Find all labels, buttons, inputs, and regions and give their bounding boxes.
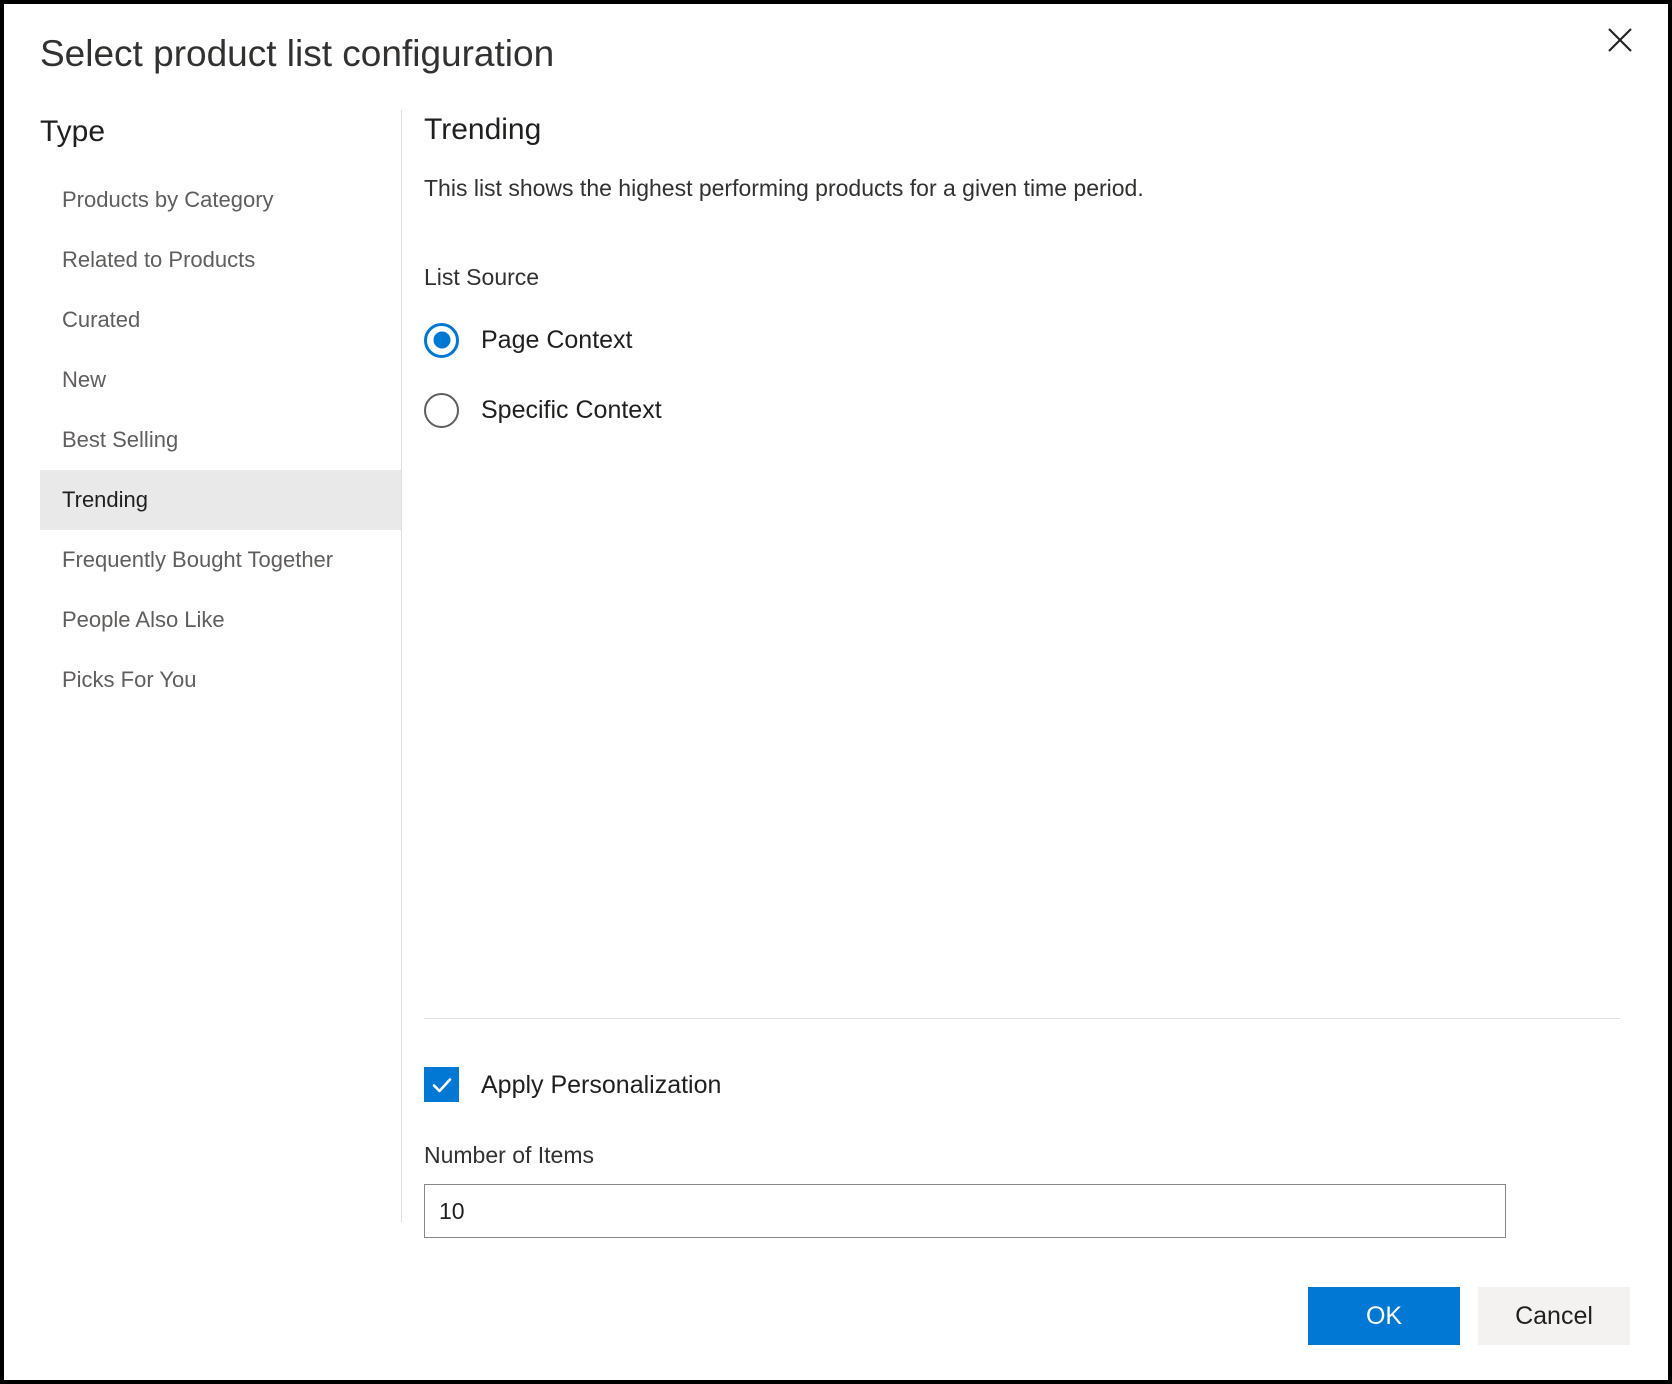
sidebar-item-products-by-category[interactable]: Products by Category	[40, 170, 401, 230]
number-of-items-label: Number of Items	[424, 1140, 1668, 1170]
radio-label: Page Context	[481, 323, 633, 357]
type-sidebar: Type Products by Category Related to Pro…	[40, 104, 401, 1252]
sidebar-item-trending[interactable]: Trending	[40, 470, 401, 530]
radio-unselected-icon	[424, 393, 459, 428]
apply-personalization-checkbox[interactable]: Apply Personalization	[424, 1067, 1668, 1102]
page-title: Select product list configuration	[40, 30, 1632, 78]
sidebar-item-label: Curated	[62, 307, 140, 333]
list-source-radio-group: Page Context Specific Context	[424, 314, 1668, 436]
detail-scroll-area: Trending This list shows the highest per…	[424, 104, 1668, 1018]
personalization-section: Apply Personalization Number of Items	[424, 1019, 1668, 1252]
radio-selected-icon	[424, 323, 459, 358]
detail-title: Trending	[424, 110, 1668, 150]
sidebar-item-picks-for-you[interactable]: Picks For You	[40, 650, 401, 710]
radio-specific-context[interactable]: Specific Context	[424, 384, 1668, 436]
checkmark-icon	[424, 1067, 459, 1102]
detail-description: This list shows the highest performing p…	[424, 172, 1668, 204]
sidebar-item-label: Best Selling	[62, 427, 178, 453]
sidebar-item-new[interactable]: New	[40, 350, 401, 410]
apply-personalization-label: Apply Personalization	[481, 1068, 721, 1102]
screen: Select product list configuration Type P…	[0, 0, 1672, 1384]
sidebar-item-label: Trending	[62, 487, 148, 513]
product-list-configuration-dialog: Select product list configuration Type P…	[0, 0, 1672, 1384]
sidebar-item-label: Picks For You	[62, 667, 197, 693]
dialog-header: Select product list configuration	[4, 4, 1668, 104]
list-source-label: List Source	[424, 262, 1668, 292]
radio-label: Specific Context	[481, 393, 662, 427]
detail-panel: Trending This list shows the highest per…	[402, 104, 1668, 1252]
sidebar-item-label: New	[62, 367, 106, 393]
sidebar-item-label: People Also Like	[62, 607, 225, 633]
sidebar-item-label: Products by Category	[62, 187, 274, 213]
dialog-body: Type Products by Category Related to Pro…	[4, 104, 1668, 1252]
radio-page-context[interactable]: Page Context	[424, 314, 1668, 366]
cancel-button[interactable]: Cancel	[1478, 1287, 1630, 1345]
number-of-items-input[interactable]	[424, 1184, 1506, 1238]
sidebar-item-frequently-bought-together[interactable]: Frequently Bought Together	[40, 530, 401, 590]
ok-button[interactable]: OK	[1308, 1287, 1460, 1345]
close-icon	[1605, 25, 1635, 55]
sidebar-item-label: Frequently Bought Together	[62, 547, 333, 573]
sidebar-item-curated[interactable]: Curated	[40, 290, 401, 350]
sidebar-item-people-also-like[interactable]: People Also Like	[40, 590, 401, 650]
sidebar-item-related-to-products[interactable]: Related to Products	[40, 230, 401, 290]
close-button[interactable]	[1594, 14, 1646, 66]
sidebar-item-best-selling[interactable]: Best Selling	[40, 410, 401, 470]
sidebar-heading: Type	[40, 112, 401, 152]
sidebar-item-label: Related to Products	[62, 247, 255, 273]
type-list: Products by Category Related to Products…	[40, 170, 401, 710]
dialog-footer: OK Cancel	[4, 1252, 1668, 1380]
